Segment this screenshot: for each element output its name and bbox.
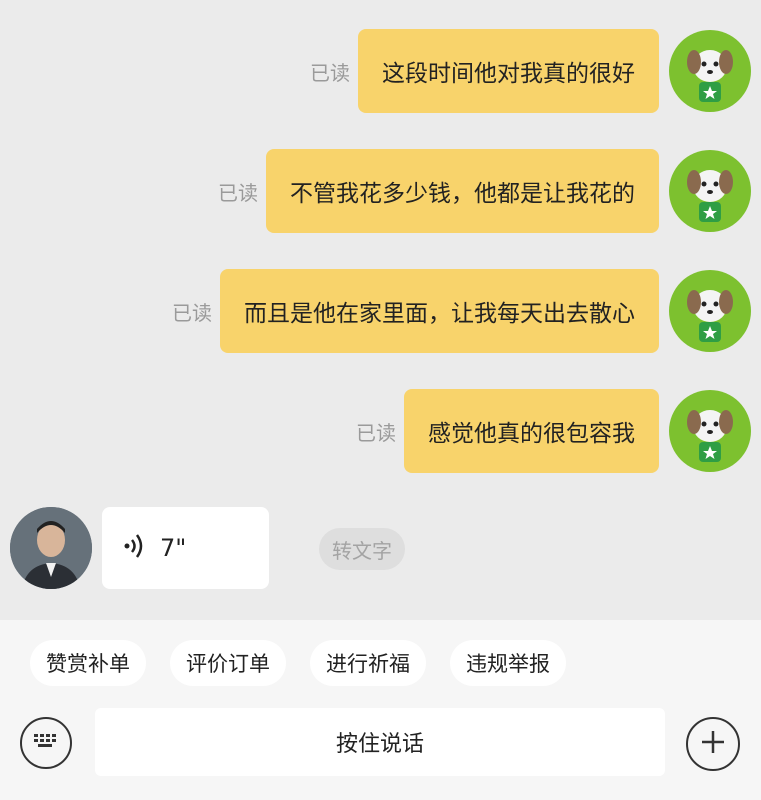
message-bubble[interactable]: 而且是他在家里面，让我每天出去散心 xyxy=(220,269,659,353)
dog-avatar[interactable] xyxy=(669,30,751,112)
read-status: 已读 xyxy=(356,420,396,445)
message-row: 已读 感觉他真的很包容我 xyxy=(356,389,751,473)
quick-action-chip[interactable]: 进行祈福 xyxy=(310,640,426,686)
dog-avatar[interactable] xyxy=(669,390,751,472)
message-row: 已读 而且是他在家里面，让我每天出去散心 xyxy=(172,269,751,353)
message-bubble[interactable]: 不管我花多少钱，他都是让我花的 xyxy=(266,149,659,233)
hold-to-talk-button[interactable]: 按住说话 xyxy=(95,708,665,776)
message-row: 已读 这段时间他对我真的很好 xyxy=(310,29,751,113)
message-row: 已读 不管我花多少钱，他都是让我花的 xyxy=(218,149,751,233)
more-actions-button[interactable] xyxy=(686,717,740,771)
voice-duration: 7" xyxy=(160,534,187,562)
message-bubble[interactable]: 这段时间他对我真的很好 xyxy=(358,29,659,113)
voice-message-row: 7" xyxy=(10,507,269,589)
sound-wave-icon xyxy=(122,531,148,565)
read-status: 已读 xyxy=(172,300,212,325)
quick-action-chip[interactable]: 赞赏补单 xyxy=(30,640,146,686)
dog-avatar[interactable] xyxy=(669,270,751,352)
keyboard-icon xyxy=(32,731,60,755)
read-status: 已读 xyxy=(218,180,258,205)
keyboard-toggle-button[interactable] xyxy=(20,717,72,769)
message-bubble[interactable]: 感觉他真的很包容我 xyxy=(404,389,659,473)
chat-area: 已读 这段时间他对我真的很好 已读 不管我花多少钱，他都是让我花的 已读 而且是… xyxy=(0,0,761,620)
person-avatar[interactable] xyxy=(10,507,92,589)
voice-bubble[interactable]: 7" xyxy=(102,507,269,589)
convert-to-text-button[interactable]: 转文字 xyxy=(319,528,405,570)
plus-icon xyxy=(699,728,727,760)
read-status: 已读 xyxy=(310,60,350,85)
quick-actions: 赞赏补单 评价订单 进行祈福 违规举报 xyxy=(30,640,590,686)
dog-avatar[interactable] xyxy=(669,150,751,232)
quick-action-chip[interactable]: 违规举报 xyxy=(450,640,566,686)
bottom-panel: 赞赏补单 评价订单 进行祈福 违规举报 按住说话 xyxy=(0,620,761,800)
quick-action-chip[interactable]: 评价订单 xyxy=(170,640,286,686)
